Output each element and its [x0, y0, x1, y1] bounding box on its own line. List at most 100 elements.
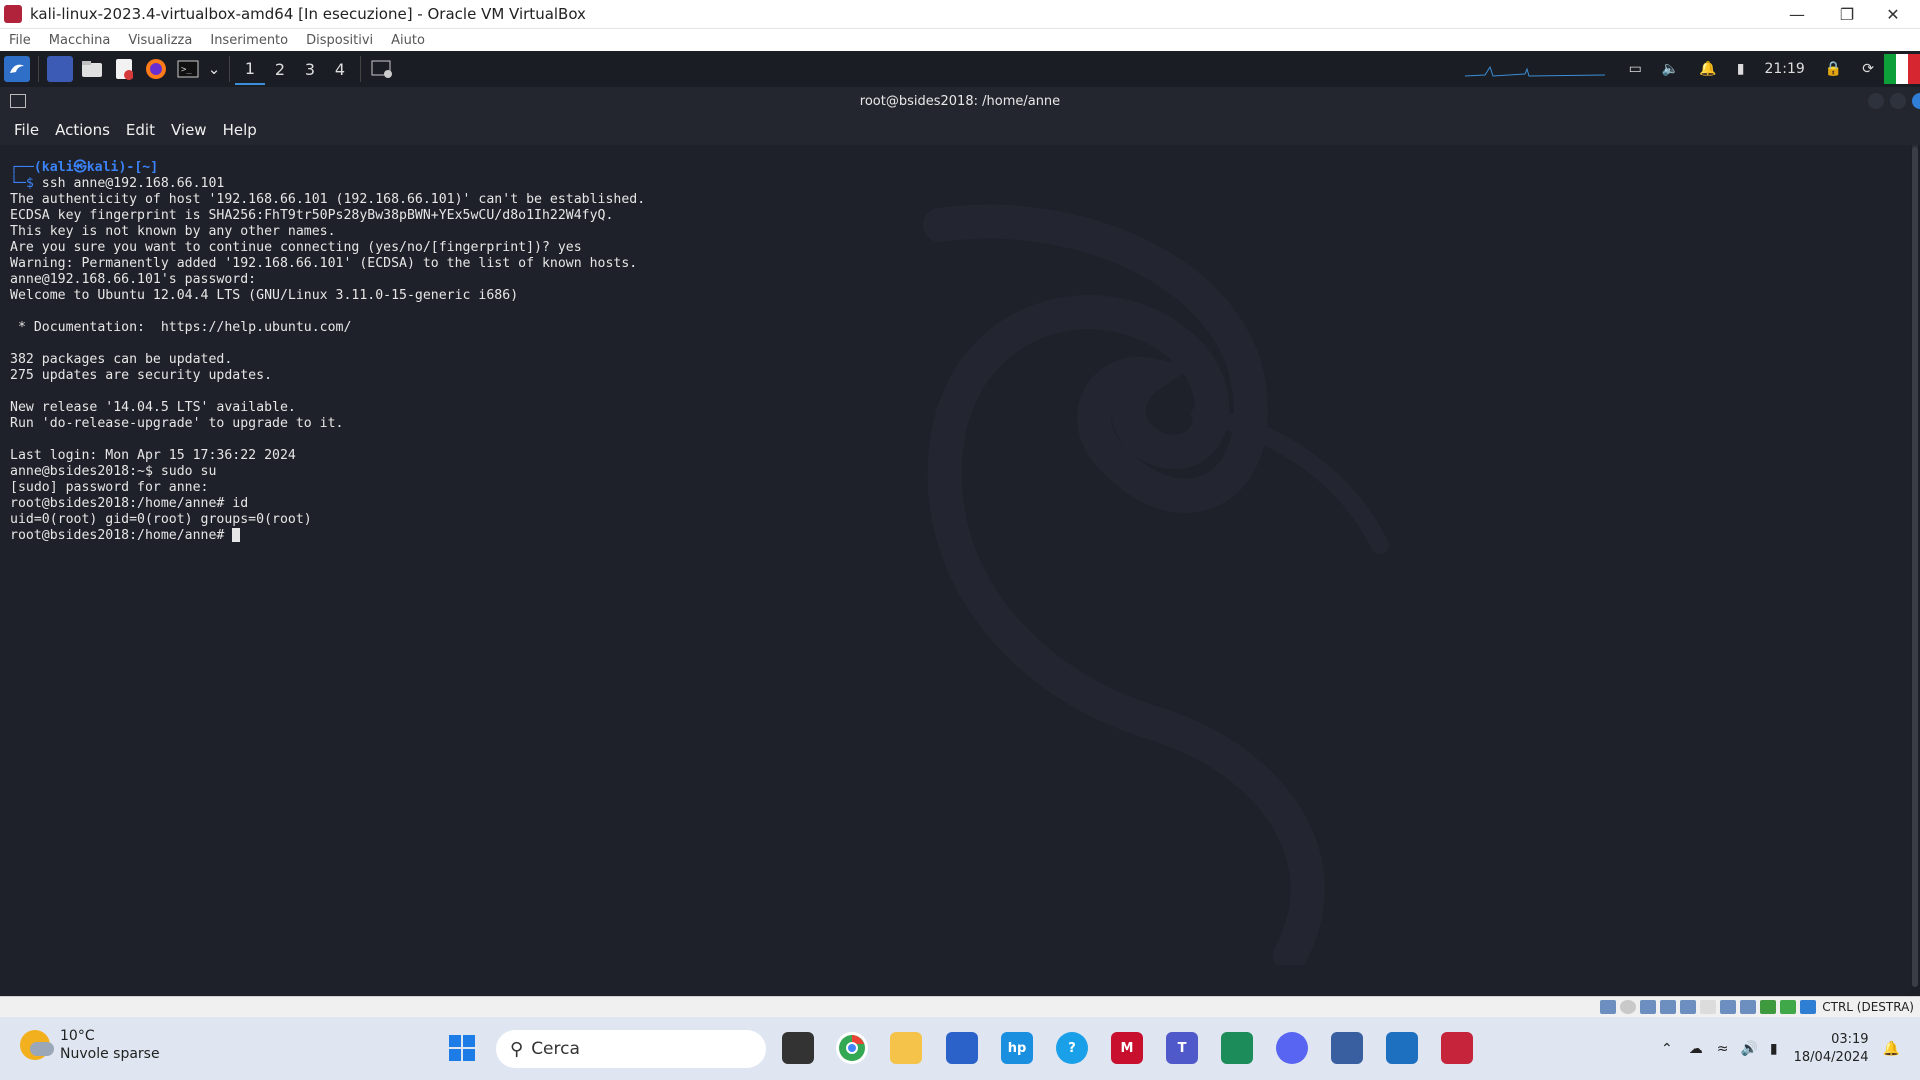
battery-icon[interactable]: ▮	[1737, 61, 1745, 77]
kali-vm-taskbar-icon[interactable]	[1441, 1032, 1473, 1064]
chevron-down-icon[interactable]: ⌄	[207, 56, 221, 82]
output-line: anne@bsides2018:~$ sudo su	[10, 464, 217, 479]
task-view-icon[interactable]	[782, 1032, 814, 1064]
virtualbox-statusbar: CTRL (DESTRA)	[0, 996, 1920, 1017]
cpu-status-icon[interactable]	[1760, 1000, 1777, 1014]
windows-start-icon[interactable]	[446, 1032, 478, 1064]
volume-icon[interactable]: 🔈	[1662, 61, 1679, 77]
lock-icon[interactable]: 🔒	[1825, 61, 1842, 77]
output-line: Welcome to Ubuntu 12.04.4 LTS (GNU/Linux…	[10, 288, 519, 303]
terminal-maximize-button[interactable]	[1890, 93, 1906, 109]
chrome-icon[interactable]	[836, 1032, 868, 1064]
myhp-icon[interactable]: hp	[1001, 1032, 1033, 1064]
audio-icon[interactable]	[1640, 1000, 1657, 1014]
menu-dispositivi[interactable]: Dispositivi	[297, 33, 382, 48]
terminal-scrollbar[interactable]	[1912, 145, 1918, 987]
window-title: kali-linux-2023.4-virtualbox-amd64 [In e…	[30, 5, 586, 23]
terminal-cursor[interactable]	[232, 528, 241, 542]
panel-clock[interactable]: 21:19	[1764, 61, 1804, 77]
output-line: ECDSA key fingerprint is SHA256:FhT9tr50…	[10, 208, 614, 223]
keyboard-icon[interactable]	[1800, 1000, 1817, 1014]
weather-widget[interactable]: 10°C Nuvole sparse	[20, 1027, 160, 1063]
text-editor-icon[interactable]	[111, 56, 137, 82]
network-icon[interactable]	[1660, 1000, 1677, 1014]
firefox-icon[interactable]	[143, 56, 169, 82]
terminal-menu-edit[interactable]: Edit	[118, 121, 163, 139]
search-placeholder: Cerca	[531, 1039, 580, 1059]
workspace-2[interactable]: 2	[265, 54, 295, 84]
shared-folder-icon[interactable]	[1700, 1000, 1717, 1014]
kali-dragon-watermark-icon	[923, 204, 1389, 965]
help-icon[interactable]: ?	[1056, 1032, 1088, 1064]
mcafee-icon[interactable]: M	[1111, 1032, 1143, 1064]
file-explorer-icon[interactable]	[890, 1032, 922, 1064]
taskbar-clock[interactable]: 03:19 18/04/2024	[1794, 1031, 1869, 1067]
optical-drive-icon[interactable]	[1620, 1000, 1637, 1014]
close-button[interactable]: ✕	[1870, 0, 1916, 28]
host-key-label: CTRL (DESTRA)	[1822, 1000, 1914, 1014]
restore-button[interactable]: ❐	[1824, 0, 1870, 28]
current-prompt: root@bsides2018:/home/anne#	[10, 528, 233, 543]
system-tray: ⌃ ☁ ≈ 🔊 ▮ 03:19 18/04/2024 🔔	[1653, 1017, 1900, 1080]
terminal-menu-help[interactable]: Help	[215, 121, 265, 139]
workspace-4[interactable]: 4	[325, 54, 355, 84]
notification-bell-icon[interactable]: 🔔	[1699, 61, 1716, 77]
workspace-1[interactable]: 1	[235, 53, 265, 85]
show-desktop-icon[interactable]	[47, 56, 73, 82]
panel-separator	[229, 56, 230, 82]
chevron-up-icon[interactable]: ⌃	[1661, 1041, 1673, 1057]
notification-icon[interactable]: 🔔	[1883, 1041, 1900, 1057]
vscode-icon[interactable]	[1386, 1032, 1418, 1064]
discord-icon[interactable]	[1276, 1032, 1308, 1064]
logout-icon[interactable]: ⟳	[1862, 61, 1874, 77]
workspace-3[interactable]: 3	[295, 54, 325, 84]
speaker-icon[interactable]: 🔊	[1740, 1041, 1757, 1057]
terminal-output: ┌──(kali㉿kali)-[~] └─$ ssh anne@192.168.…	[10, 160, 646, 543]
output-line: New release '14.04.5 LTS' available.	[10, 400, 296, 415]
meet-icon[interactable]	[1221, 1032, 1253, 1064]
display-status-icon[interactable]	[1720, 1000, 1737, 1014]
file-manager-icon[interactable]	[79, 56, 105, 82]
terminal-body[interactable]: ┌──(kali㉿kali)-[~] └─$ ssh anne@192.168.…	[0, 145, 1910, 995]
menu-macchina[interactable]: Macchina	[40, 33, 120, 48]
onedrive-icon[interactable]: ☁	[1689, 1041, 1703, 1057]
terminal-window-task-icon[interactable]	[369, 56, 395, 82]
recording-icon[interactable]	[1740, 1000, 1757, 1014]
terminal-menu-view[interactable]: View	[163, 121, 215, 139]
teams-icon[interactable]: T	[1166, 1032, 1198, 1064]
menu-aiuto[interactable]: Aiuto	[382, 33, 434, 48]
taskbar-search[interactable]: ⚲ Cerca	[496, 1030, 766, 1068]
prompt-command: ssh anne@192.168.66.101	[41, 176, 225, 191]
output-line: Are you sure you want to continue connec…	[10, 240, 582, 255]
terminal-menubar: File Actions Edit View Help	[0, 115, 1920, 145]
terminal-menu-actions[interactable]: Actions	[47, 121, 118, 139]
svg-text:>_: >_	[181, 65, 192, 75]
wifi-icon[interactable]: ≈	[1717, 1041, 1729, 1057]
terminal-menu-file[interactable]: File	[0, 121, 47, 139]
minimize-button[interactable]: —	[1774, 0, 1820, 28]
output-line: * Documentation: https://help.ubuntu.com…	[10, 320, 352, 335]
menu-inserimento[interactable]: Inserimento	[201, 33, 297, 48]
menu-file[interactable]: File	[0, 33, 40, 48]
terminal-minimize-button[interactable]	[1868, 93, 1884, 109]
cpu-graph	[1464, 65, 1605, 77]
menu-visualizza[interactable]: Visualizza	[119, 33, 201, 48]
terminal-titlebar: root@bsides2018: /home/anne	[0, 87, 1920, 115]
windows-taskbar: 10°C Nuvole sparse ⚲ Cerca hp ? M T ⌃ ☁ …	[0, 1017, 1920, 1080]
kali-menu-icon[interactable]	[4, 56, 30, 82]
terminal-icon[interactable]: >_	[175, 56, 201, 82]
weather-desc: Nuvole sparse	[60, 1046, 160, 1062]
usb-icon[interactable]	[1680, 1000, 1697, 1014]
virtualbox-taskbar-icon[interactable]	[1331, 1032, 1363, 1064]
terminal-title: root@bsides2018: /home/anne	[859, 93, 1061, 109]
terminal-close-button[interactable]	[1912, 93, 1920, 109]
output-line: Warning: Permanently added '192.168.66.1…	[10, 256, 638, 271]
display-icon[interactable]: ▭	[1629, 61, 1642, 77]
scrollbar-thumb[interactable]	[1912, 147, 1918, 987]
mouse-integration-icon[interactable]	[1780, 1000, 1797, 1014]
clock-time: 03:19	[1831, 1031, 1869, 1047]
hdd-icon[interactable]	[1600, 1000, 1617, 1014]
output-line: The authenticity of host '192.168.66.101…	[10, 192, 646, 207]
ms-store-icon[interactable]	[946, 1032, 978, 1064]
battery-tray-icon[interactable]: ▮	[1770, 1041, 1778, 1057]
